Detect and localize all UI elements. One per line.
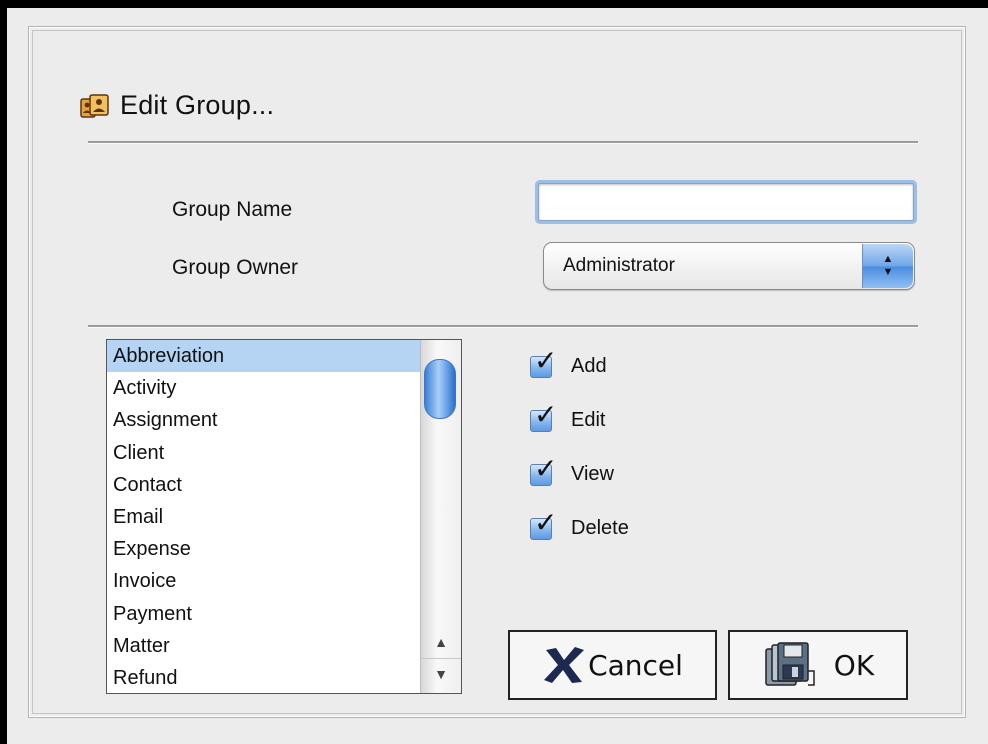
- permission-edit-row[interactable]: ✓ Edit: [530, 400, 606, 432]
- dialog-title: Edit Group...: [120, 90, 275, 120]
- checkbox-label: Add: [571, 355, 607, 377]
- list-item[interactable]: Client: [107, 437, 420, 469]
- scroll-down-arrow-icon[interactable]: ▼: [421, 658, 461, 689]
- list-item[interactable]: Invoice: [107, 565, 420, 597]
- list-item[interactable]: Contact: [107, 469, 420, 501]
- list-item[interactable]: Expense: [107, 533, 420, 565]
- list-item[interactable]: Abbreviation: [107, 340, 420, 373]
- group-name-label: Group Name: [172, 198, 293, 221]
- checkbox-label: Delete: [571, 517, 629, 539]
- checkbox-label: Edit: [571, 409, 606, 431]
- checkmark-icon: ✓: [534, 505, 558, 539]
- scrollbar-thumb[interactable]: [424, 359, 456, 419]
- list-item[interactable]: Activity: [107, 372, 420, 404]
- list-item[interactable]: Email: [107, 501, 420, 533]
- checkbox-add[interactable]: ✓: [530, 346, 557, 378]
- list-scrollbar[interactable]: ▲ ▼: [420, 340, 461, 693]
- checkbox-view[interactable]: ✓: [530, 454, 557, 486]
- group-owner-label: Group Owner: [172, 256, 299, 279]
- ok-button[interactable]: OK: [728, 630, 908, 700]
- header-divider: [88, 141, 918, 144]
- scroll-up-arrow-icon[interactable]: ▲: [421, 627, 461, 657]
- group-name-input[interactable]: [538, 183, 914, 221]
- checkmark-icon: ✓: [534, 397, 558, 431]
- checkbox-edit[interactable]: ✓: [530, 400, 557, 432]
- permission-view-row[interactable]: ✓ View: [530, 454, 614, 486]
- checkmark-icon: ✓: [534, 343, 558, 377]
- entity-list-items: Abbreviation Activity Assignment Client Cont…: [107, 340, 420, 693]
- list-item[interactable]: Matter: [107, 630, 420, 662]
- list-item[interactable]: Payment: [107, 598, 420, 630]
- save-disk-icon: [765, 642, 815, 686]
- cancel-button[interactable]: Cancel: [508, 630, 717, 700]
- group-owner-value: Administrator: [563, 255, 675, 276]
- entity-list[interactable]: Abbreviation Activity Assignment Client Cont…: [106, 339, 462, 694]
- fields-divider: [88, 325, 918, 328]
- permission-delete-row[interactable]: ✓ Delete: [530, 508, 629, 540]
- group-icon: [80, 93, 109, 118]
- permission-add-row[interactable]: ✓ Add: [530, 346, 607, 378]
- checkmark-icon: ✓: [534, 451, 558, 485]
- ok-label: OK: [833, 648, 875, 682]
- checkbox-label: View: [571, 463, 614, 485]
- dialog-header: Edit Group...: [80, 90, 274, 121]
- group-owner-select[interactable]: Administrator ▲ ▼: [543, 242, 915, 290]
- cancel-label: Cancel: [588, 648, 683, 682]
- list-item[interactable]: Refund: [107, 662, 420, 693]
- list-item[interactable]: Assignment: [107, 404, 420, 436]
- x-icon: [544, 647, 585, 683]
- select-arrows-icon: ▲ ▼: [862, 244, 913, 288]
- checkbox-delete[interactable]: ✓: [530, 508, 557, 540]
